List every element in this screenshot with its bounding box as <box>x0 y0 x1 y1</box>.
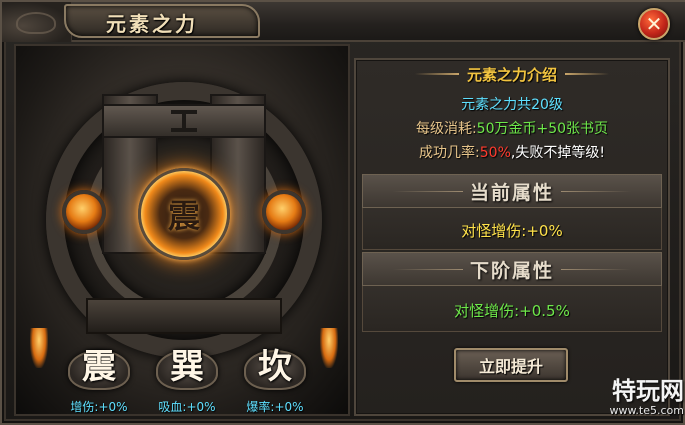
rate-label: 成功几率: <box>419 145 480 161</box>
info-header: 元素之力介绍 <box>354 62 670 86</box>
cost-value: 50万金币+50张书页 <box>476 121 609 137</box>
element-power-window: 元素之力 ✕ 震 震 增伤:+0% 巽 吸血:+0% 坎 爆率:+0% 元素之力… <box>0 0 685 425</box>
torch-left-icon <box>30 328 48 368</box>
trigram-xun-stat: 吸血:+0% <box>158 400 216 414</box>
ornament-left-icon <box>414 73 459 75</box>
level-total-text: 元素之力共20级 <box>461 97 563 113</box>
next-attributes-header: 下阶属性 <box>362 252 662 286</box>
cost-label: 每级消耗: <box>415 121 477 137</box>
shrine-base <box>86 298 282 334</box>
dragon-emblem-icon <box>2 2 72 42</box>
next-attributes-title: 下阶属性 <box>469 259 554 282</box>
trigram-kan-stat: 爆率:+0% <box>246 400 304 414</box>
current-attributes-header: 当前属性 <box>362 174 662 208</box>
cost-line: 每级消耗:50万金币+50张书页 <box>354 118 670 138</box>
current-attribute-value: 对怪增伤:+0% <box>461 222 563 240</box>
info-title: 元素之力介绍 <box>466 65 557 84</box>
current-attributes-title: 当前属性 <box>469 181 554 204</box>
trigram-glyph: 巽 <box>170 347 204 387</box>
core-rune: 震 <box>167 197 200 235</box>
site-watermark: 特玩网 www.te5.com <box>592 378 684 424</box>
trigram-zhen-stat: 增伤:+0% <box>70 400 128 414</box>
trigram-xun-button[interactable]: 巽 <box>152 342 222 392</box>
lintel-rune-icon <box>171 110 197 132</box>
trigram-glyph: 坎 <box>258 347 292 387</box>
trigram-zhen-button[interactable]: 震 <box>64 342 134 392</box>
watermark-url: www.te5.com <box>609 404 684 417</box>
upgrade-now-button[interactable]: 立即提升 <box>454 348 568 382</box>
torch-right-icon <box>320 328 338 368</box>
window-title: 元素之力 <box>106 12 198 36</box>
rate-value: 50% <box>479 145 511 161</box>
left-fire-orb-icon <box>62 190 106 234</box>
title-bar[interactable]: 元素之力 ✕ <box>2 2 685 42</box>
next-attribute-value: 对怪增伤:+0.5% <box>454 302 570 320</box>
trigram-kan-button[interactable]: 坎 <box>240 342 310 392</box>
watermark-brand: 特玩网 <box>612 377 684 405</box>
right-fire-orb-icon <box>262 190 306 234</box>
core-element-orb: 震 <box>138 168 230 260</box>
trigram-glyph: 震 <box>82 347 116 387</box>
close-button[interactable]: ✕ <box>638 8 670 40</box>
rate-note: ,失败不掉等级! <box>510 145 605 161</box>
ornament-right-icon <box>565 73 609 75</box>
success-rate-line: 成功几率:50%,失败不掉等级! <box>354 142 670 162</box>
